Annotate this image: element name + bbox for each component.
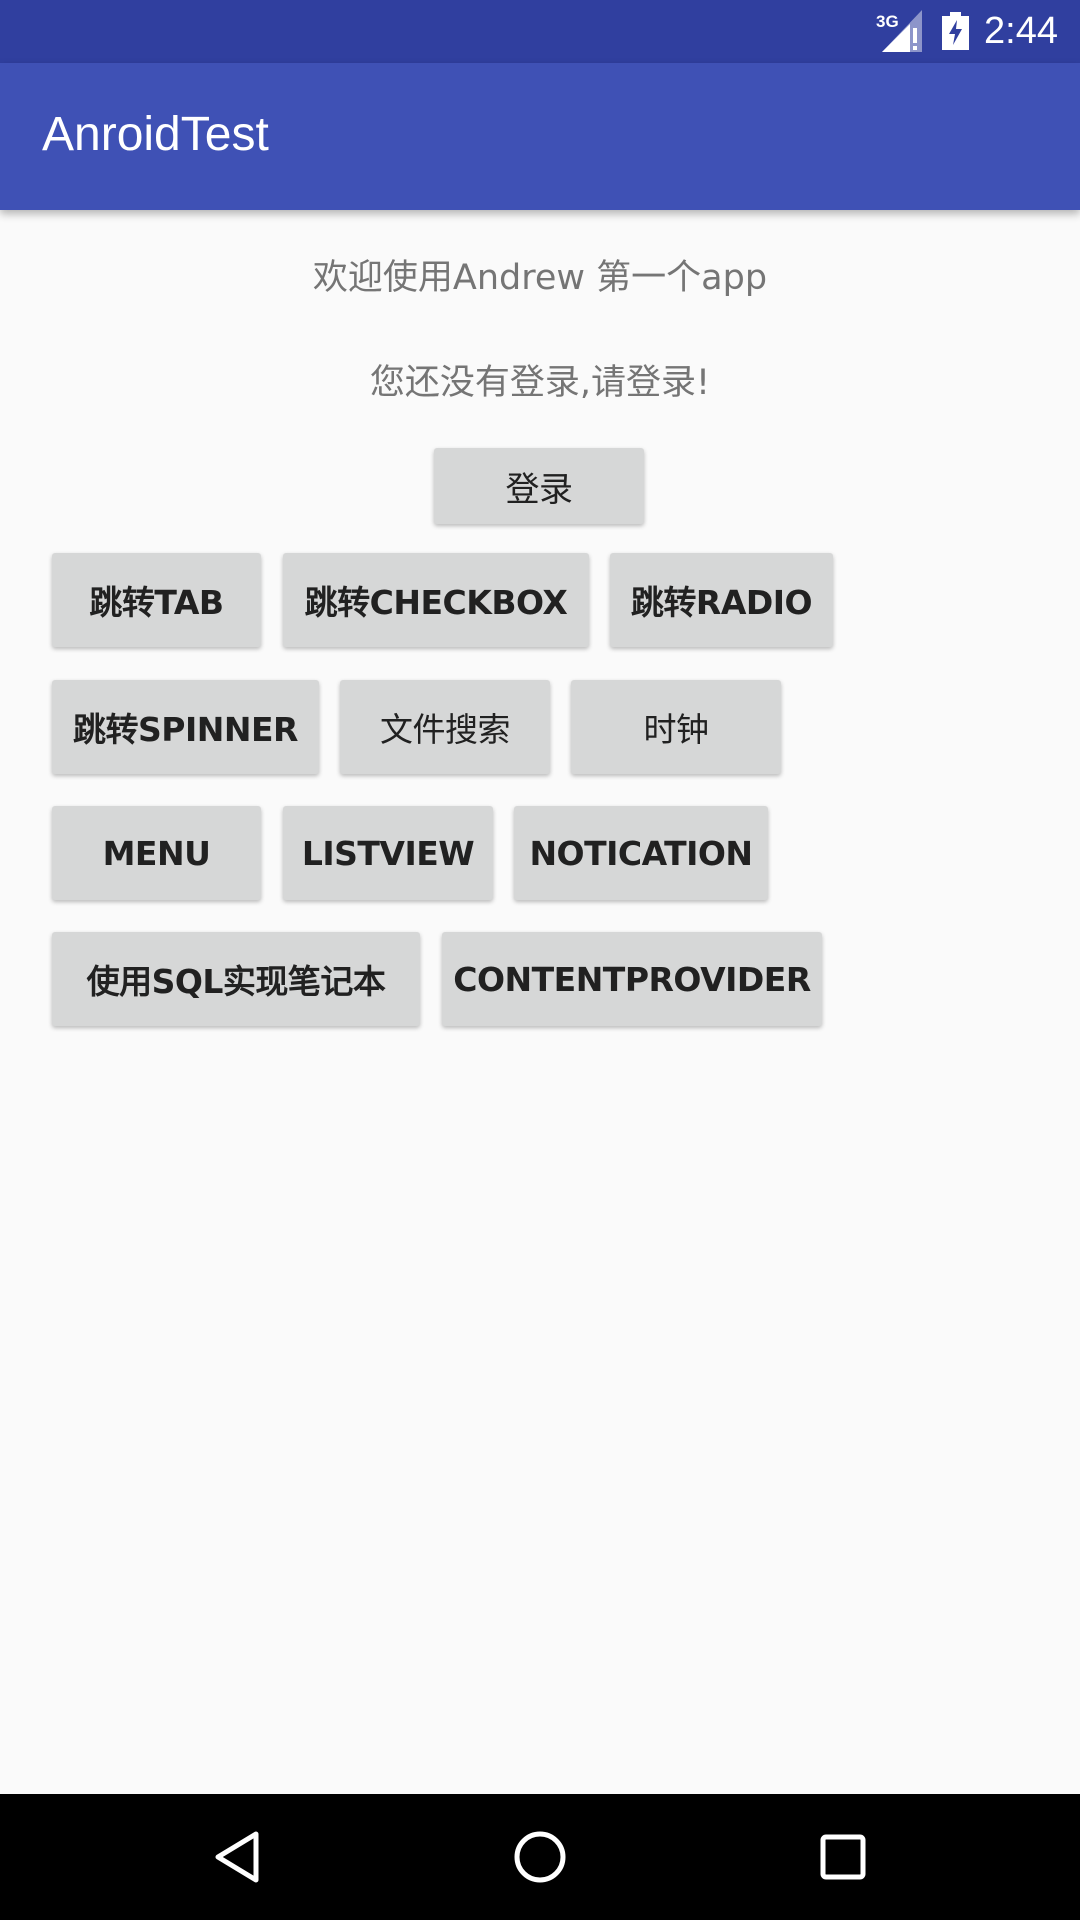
menu-button[interactable]: MENU	[52, 806, 261, 900]
recents-icon[interactable]	[815, 1829, 871, 1885]
app-title: AnroidTest	[42, 108, 269, 161]
goto-tab-button[interactable]: 跳转TAB	[52, 553, 261, 647]
navigation-bar	[0, 1794, 1080, 1920]
welcome-text: 欢迎使用Andrew 第一个app	[312, 258, 768, 298]
app-bar: AnroidTest	[0, 63, 1080, 210]
login-button[interactable]: 登录	[434, 448, 644, 524]
goto-radio-button[interactable]: 跳转RADIO	[610, 553, 833, 647]
sql-notebook-button[interactable]: 使用SQL实现笔记本	[52, 932, 420, 1026]
clock-time: 2:44	[984, 10, 1058, 52]
login-status-text: 您还没有登录,请登录!	[369, 363, 711, 403]
main-content: 欢迎使用Andrew 第一个app 您还没有登录,请登录! 登录 跳转TAB 跳…	[0, 210, 1080, 1794]
listview-button[interactable]: LISTVIEW	[283, 806, 493, 900]
contentprovider-button[interactable]: CONTENTPROVIDER	[442, 932, 822, 1026]
goto-spinner-button[interactable]: 跳转SPINNER	[52, 680, 319, 774]
status-bar: 3G 2:44	[0, 0, 1080, 63]
clock-button[interactable]: 时钟	[571, 680, 781, 774]
file-search-button[interactable]: 文件搜索	[340, 680, 550, 774]
back-icon[interactable]	[210, 1829, 266, 1885]
notication-button[interactable]: NOTICATION	[514, 806, 768, 900]
home-icon[interactable]	[512, 1829, 568, 1885]
signal-icon	[882, 10, 922, 52]
goto-checkbox-button[interactable]: 跳转CHECKBOX	[283, 553, 589, 647]
battery-icon	[942, 12, 969, 50]
